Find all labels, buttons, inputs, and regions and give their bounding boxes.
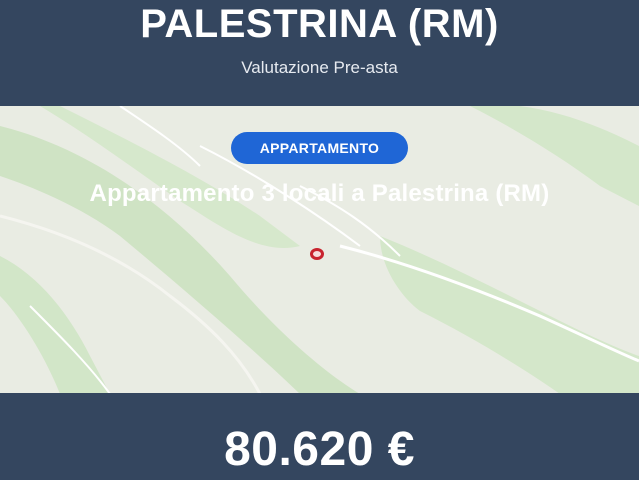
location-pin-icon[interactable]	[310, 248, 324, 260]
price-footer: 80.620 €	[0, 393, 639, 480]
page-header: PALESTRINA (RM) Valutazione Pre-asta	[0, 0, 639, 106]
property-type-badge[interactable]: APPARTAMENTO	[231, 132, 408, 164]
page-subtitle: Valutazione Pre-asta	[241, 58, 398, 77]
page-title: PALESTRINA (RM)	[140, 2, 499, 46]
listing-price: 80.620 €	[224, 423, 415, 476]
listing-headline: Appartamento 3 locali a Palestrina (RM)	[89, 180, 550, 207]
